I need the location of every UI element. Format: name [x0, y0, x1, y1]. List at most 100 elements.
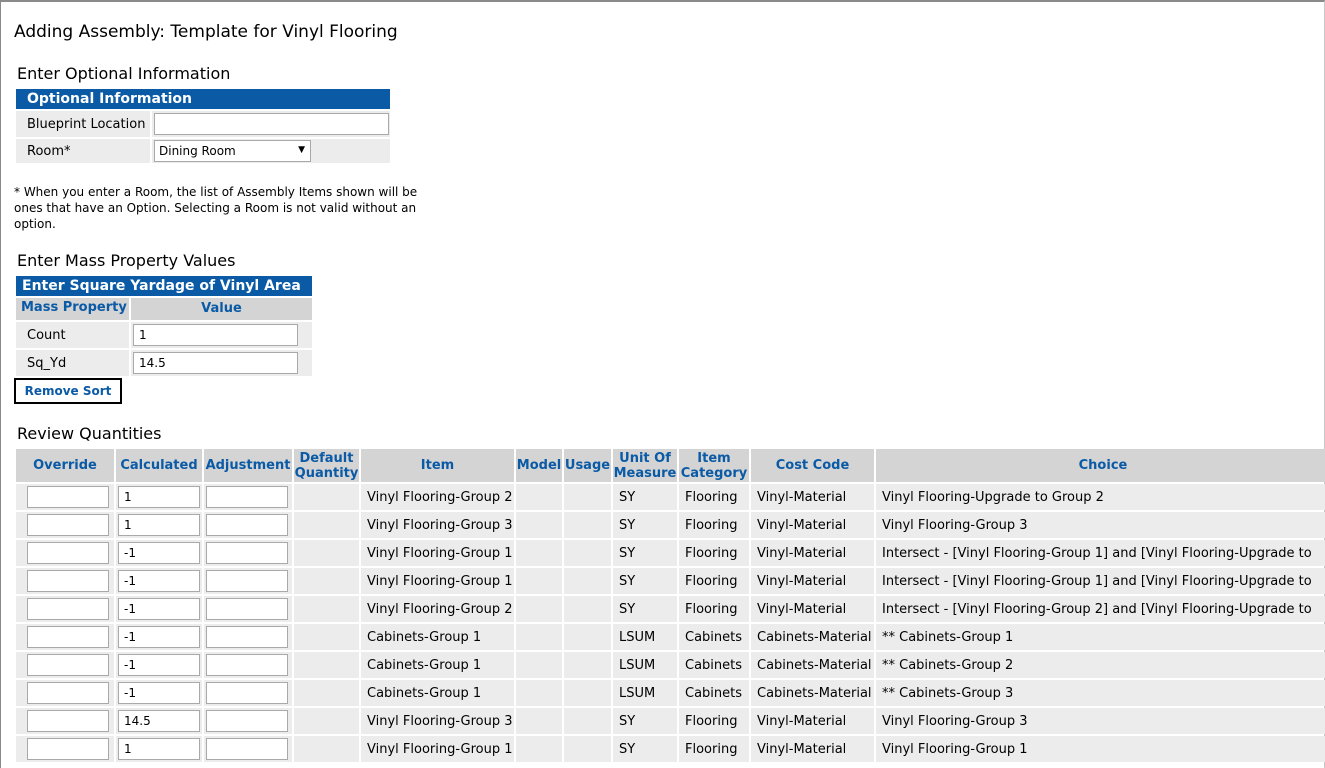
adjustment-input[interactable]	[206, 514, 288, 536]
header-usage[interactable]: Usage	[564, 449, 611, 482]
calculated-cell	[116, 512, 202, 538]
category-cell: Flooring	[679, 540, 749, 566]
calculated-input[interactable]	[118, 738, 200, 760]
override-input[interactable]	[27, 682, 109, 704]
default-quantity-cell	[294, 736, 359, 762]
item-cell: Vinyl Flooring-Group 1	[361, 568, 514, 594]
usage-cell	[564, 652, 611, 678]
calculated-input[interactable]	[118, 682, 200, 704]
calculated-input[interactable]	[118, 542, 200, 564]
uom-cell: SY	[613, 596, 677, 622]
cost-code-cell: Vinyl-Material	[751, 512, 874, 538]
adjustment-input[interactable]	[206, 570, 288, 592]
mass-property-header: Enter Square Yardage of Vinyl Area	[16, 276, 312, 296]
calculated-input[interactable]	[118, 626, 200, 648]
override-cell	[16, 736, 114, 762]
item-cell: Vinyl Flooring-Group 1	[361, 736, 514, 762]
adjustment-cell	[204, 540, 292, 566]
header-model[interactable]: Model	[516, 449, 562, 482]
calculated-input[interactable]	[118, 710, 200, 732]
adjustment-input[interactable]	[206, 626, 288, 648]
count-label: Count	[27, 328, 66, 343]
override-input[interactable]	[27, 514, 109, 536]
adjustment-cell	[204, 652, 292, 678]
header-override[interactable]: Override	[16, 449, 114, 482]
cost-code-cell: Vinyl-Material	[751, 708, 874, 734]
header-choice[interactable]: Choice	[876, 449, 1325, 482]
mass-row-sqyd-label-cell: Sq_Yd	[16, 350, 129, 376]
adjustment-cell	[204, 484, 292, 510]
table-row: Vinyl Flooring-Group 2 SYFlooringVinyl-Ma…	[16, 484, 1325, 510]
category-cell: Flooring	[679, 484, 749, 510]
calculated-input[interactable]	[118, 570, 200, 592]
calculated-cell	[116, 596, 202, 622]
header-item-category[interactable]: Item Category	[679, 449, 749, 482]
adjustment-input[interactable]	[206, 486, 288, 508]
header-category-line1: Item	[697, 450, 731, 466]
cost-code-cell: Cabinets-Material	[751, 624, 874, 650]
model-cell	[516, 484, 562, 510]
room-label: Room*	[27, 144, 71, 159]
remove-sort-button[interactable]: Remove Sort	[14, 378, 122, 404]
override-input[interactable]	[27, 710, 109, 732]
choice-cell: Vinyl Flooring-Group 3	[876, 708, 1325, 734]
adjustment-input[interactable]	[206, 738, 288, 760]
override-input[interactable]	[27, 486, 109, 508]
page-title: Adding Assembly: Template for Vinyl Floo…	[14, 22, 398, 42]
override-input[interactable]	[27, 626, 109, 648]
default-quantity-cell	[294, 568, 359, 594]
adjustment-input[interactable]	[206, 598, 288, 620]
optional-info-header: Optional Information	[16, 89, 390, 109]
header-calculated[interactable]: Calculated	[116, 449, 202, 482]
category-cell: Flooring	[679, 596, 749, 622]
override-input[interactable]	[27, 570, 109, 592]
calculated-input[interactable]	[118, 514, 200, 536]
adjustment-input[interactable]	[206, 542, 288, 564]
choice-cell: Vinyl Flooring-Group 3	[876, 512, 1325, 538]
header-uom-line2: Measure	[613, 465, 677, 481]
room-label-cell: Room*	[16, 139, 150, 163]
model-cell	[516, 596, 562, 622]
adjustment-cell	[204, 568, 292, 594]
override-input[interactable]	[27, 738, 109, 760]
usage-cell	[564, 540, 611, 566]
adjustment-cell	[204, 596, 292, 622]
sq-yd-input[interactable]	[133, 352, 298, 374]
uom-cell: SY	[613, 568, 677, 594]
usage-cell	[564, 736, 611, 762]
calculated-input[interactable]	[118, 598, 200, 620]
adjustment-input[interactable]	[206, 682, 288, 704]
uom-cell: LSUM	[613, 652, 677, 678]
item-cell: Vinyl Flooring-Group 3	[361, 708, 514, 734]
model-cell	[516, 736, 562, 762]
room-select[interactable]: Dining Room ▼	[154, 140, 311, 162]
override-input[interactable]	[27, 598, 109, 620]
header-cost-code[interactable]: Cost Code	[751, 449, 874, 482]
uom-cell: LSUM	[613, 680, 677, 706]
calculated-input[interactable]	[118, 486, 200, 508]
item-cell: Vinyl Flooring-Group 1	[361, 540, 514, 566]
choice-cell: ** Cabinets-Group 2	[876, 652, 1325, 678]
header-uom-line1: Unit Of	[619, 450, 671, 466]
table-row: Vinyl Flooring-Group 1 SYFlooringVinyl-Ma…	[16, 568, 1325, 594]
calculated-input[interactable]	[118, 654, 200, 676]
choice-cell: Intersect - [Vinyl Flooring-Group 1] and…	[876, 568, 1325, 594]
override-cell	[16, 568, 114, 594]
override-input[interactable]	[27, 654, 109, 676]
header-unit-of-measure[interactable]: Unit Of Measure	[613, 449, 677, 482]
header-default-quantity[interactable]: Default Quantity	[294, 449, 359, 482]
choice-cell: Vinyl Flooring-Group 1	[876, 736, 1325, 762]
adjustment-input[interactable]	[206, 654, 288, 676]
model-cell	[516, 624, 562, 650]
adjustment-input[interactable]	[206, 710, 288, 732]
adjustment-cell	[204, 736, 292, 762]
calculated-cell	[116, 736, 202, 762]
count-input[interactable]	[133, 324, 298, 346]
override-input[interactable]	[27, 542, 109, 564]
blueprint-location-input[interactable]	[154, 113, 389, 135]
override-cell	[16, 540, 114, 566]
cost-code-cell: Vinyl-Material	[751, 596, 874, 622]
header-adjustment[interactable]: Adjustment	[204, 449, 292, 482]
model-cell	[516, 680, 562, 706]
header-item[interactable]: Item	[361, 449, 514, 482]
